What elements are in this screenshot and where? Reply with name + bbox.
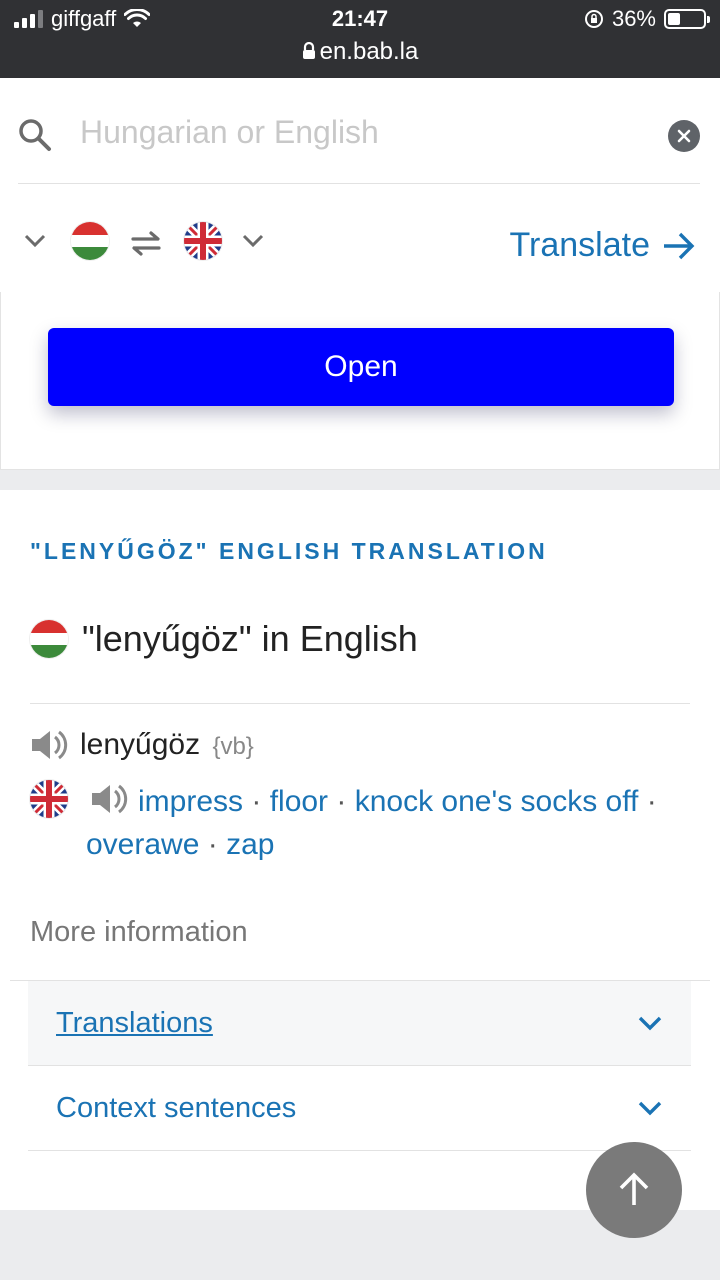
url-text: en.bab.la (319, 38, 419, 65)
translate-button[interactable]: Translate (510, 226, 696, 265)
arrow-up-icon (619, 1172, 649, 1205)
source-language-dropdown[interactable] (24, 234, 46, 248)
translation-link[interactable]: overawe (86, 828, 199, 861)
section-heading: "LENYŰGÖZ" ENGLISH TRANSLATION (30, 538, 548, 564)
divider (30, 703, 690, 704)
entry-title-text: "lenyűgöz" in English (82, 618, 418, 659)
battery-info: 36% (584, 6, 710, 32)
battery-icon (664, 9, 710, 29)
address-bar[interactable]: en.bab.la (0, 38, 720, 66)
chevron-down-icon (638, 1101, 662, 1116)
lock-icon (302, 41, 315, 59)
search-input[interactable] (80, 114, 600, 151)
translation-content: "LENYŰGÖZ" ENGLISH TRANSLATION "lenyűgöz… (0, 490, 720, 1210)
battery-percent: 36% (611, 6, 656, 31)
swap-languages-icon[interactable] (129, 229, 163, 257)
more-information-label: More information (30, 916, 248, 948)
search-row (18, 78, 700, 184)
chevron-down-icon (638, 1016, 662, 1031)
hungary-flag-icon (30, 620, 68, 658)
accordion-translations[interactable]: Translations (28, 981, 691, 1065)
translation-link[interactable]: knock one's socks off (355, 785, 639, 818)
translation-words: impress · floor · knock one's socks off … (86, 780, 696, 866)
app-banner: Open (0, 292, 720, 470)
arrow-right-icon (664, 232, 695, 259)
uk-flag-icon[interactable] (184, 222, 222, 260)
orientation-lock-icon (584, 10, 603, 28)
translation-link[interactable]: impress (138, 785, 243, 818)
entry-title: "lenyűgöz" in English (30, 618, 418, 660)
search-panel: Translate (0, 78, 720, 292)
translation-link[interactable]: floor (270, 785, 328, 818)
part-of-speech: {vb} (212, 733, 254, 760)
open-button[interactable]: Open (48, 328, 674, 406)
accordion-label: Translations (56, 1006, 213, 1039)
speaker-icon[interactable] (90, 782, 128, 816)
accordion-label: Context sentences (56, 1091, 297, 1124)
search-icon (19, 119, 51, 151)
headword-row: lenyűgöz {vb} (30, 728, 254, 762)
translate-label: Translate (509, 226, 650, 264)
translation-link[interactable]: zap (226, 828, 274, 861)
divider (28, 1150, 691, 1151)
language-selector: Translate (18, 184, 700, 292)
accordion-context-sentences[interactable]: Context sentences (28, 1066, 691, 1150)
headword: lenyűgöz (80, 728, 201, 761)
clear-search-button[interactable] (668, 120, 700, 152)
status-bar: giffgaff 21:47 en.bab.la 36% (0, 0, 720, 78)
target-language-dropdown[interactable] (242, 234, 264, 248)
close-icon (677, 129, 691, 143)
uk-flag-icon (30, 780, 68, 818)
hungary-flag-icon[interactable] (71, 222, 109, 260)
speaker-icon[interactable] (30, 728, 68, 762)
scroll-to-top-button[interactable] (586, 1142, 682, 1238)
